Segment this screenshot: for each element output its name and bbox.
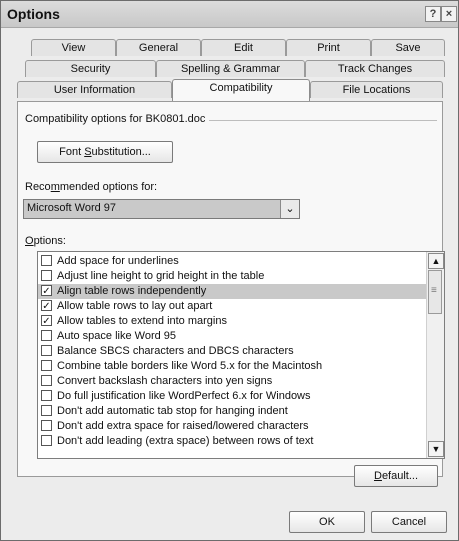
title-bar: Options ? ×: [1, 1, 458, 28]
options-listbox[interactable]: Add space for underlines Adjust line hei…: [37, 251, 445, 459]
chevron-down-icon[interactable]: ⌄: [280, 200, 299, 218]
font-sub-label-post: ubstitution...: [91, 146, 151, 158]
checkbox[interactable]: [41, 270, 52, 281]
tab-file-locations[interactable]: File Locations: [310, 81, 443, 98]
option-label: Allow tables to extend into margins: [57, 315, 227, 327]
dialog-title: Options: [7, 6, 60, 22]
tab-compatibility[interactable]: Compatibility: [172, 79, 310, 101]
checkbox[interactable]: [41, 375, 52, 386]
option-label: Balance SBCS characters and DBCS charact…: [57, 345, 294, 357]
checkbox[interactable]: [41, 420, 52, 431]
option-label: Allow table rows to lay out apart: [57, 300, 213, 312]
option-row[interactable]: Don't add automatic tab stop for hanging…: [38, 404, 426, 419]
option-row[interactable]: Don't add extra space for raised/lowered…: [38, 419, 426, 434]
option-row[interactable]: Auto space like Word 95: [38, 329, 426, 344]
tab-general[interactable]: General: [116, 39, 201, 56]
recommended-label-pre: Reco: [25, 181, 51, 193]
option-row[interactable]: ✓ Allow tables to extend into margins: [38, 314, 426, 329]
help-button[interactable]: ?: [425, 6, 441, 22]
options-label-accel: O: [25, 235, 34, 247]
default-button[interactable]: Default...: [354, 465, 438, 487]
font-sub-label-accel: S: [84, 146, 92, 158]
option-label: Combine table borders like Word 5.x for …: [57, 360, 323, 372]
option-label: Don't add leading (extra space) between …: [57, 435, 314, 447]
checkbox-checked[interactable]: ✓: [41, 300, 52, 312]
default-label-post: efault...: [381, 470, 419, 482]
checkbox[interactable]: [41, 360, 52, 371]
checkbox[interactable]: [41, 435, 52, 446]
option-label: Align table rows independently: [57, 285, 207, 297]
recommended-label-post: mended options for:: [59, 181, 158, 193]
cancel-button[interactable]: Cancel: [371, 511, 447, 533]
option-row[interactable]: Combine table borders like Word 5.x for …: [38, 359, 426, 374]
recommended-options-select[interactable]: Microsoft Word 97 ⌄: [23, 199, 300, 219]
tab-edit[interactable]: Edit: [201, 39, 286, 56]
option-label: Don't add automatic tab stop for hanging…: [57, 405, 288, 417]
compat-heading: Compatibility options for BK0801.doc: [25, 113, 210, 125]
tab-spelling-grammar[interactable]: Spelling & Grammar: [156, 60, 305, 77]
option-label: Do full justification like WordPerfect 6…: [57, 390, 311, 402]
options-label-post: ptions:: [33, 235, 66, 247]
option-row[interactable]: Adjust line height to grid height in the…: [38, 269, 426, 284]
tab-print[interactable]: Print: [286, 39, 371, 56]
scroll-down-icon[interactable]: ▼: [428, 441, 444, 457]
option-row[interactable]: ✓ Allow table rows to lay out apart: [38, 299, 426, 314]
options-dialog: Options ? × View General Edit Print Save…: [0, 0, 459, 541]
ok-button[interactable]: OK: [289, 511, 365, 533]
recommended-label-accel: m: [50, 181, 60, 193]
font-sub-label-pre: Font: [59, 146, 85, 158]
option-row[interactable]: Balance SBCS characters and DBCS charact…: [38, 344, 426, 359]
checkbox[interactable]: [41, 390, 52, 401]
options-scrollbar[interactable]: ▲ ≡ ▼: [426, 252, 444, 458]
option-row[interactable]: Don't add leading (extra space) between …: [38, 434, 426, 449]
option-row[interactable]: Convert backslash characters into yen si…: [38, 374, 426, 389]
option-label: Auto space like Word 95: [57, 330, 177, 342]
recommended-label: Recommended options for:: [25, 181, 157, 193]
checkbox[interactable]: [41, 405, 52, 416]
option-label: Don't add extra space for raised/lowered…: [57, 420, 309, 432]
option-row-selected[interactable]: ✓ Align table rows independently: [38, 284, 426, 299]
scroll-thumb[interactable]: ≡: [428, 270, 442, 314]
option-row[interactable]: Do full justification like WordPerfect 6…: [38, 389, 426, 404]
close-button[interactable]: ×: [441, 6, 457, 22]
option-label: Adjust line height to grid height in the…: [57, 270, 265, 282]
checkbox-checked[interactable]: ✓: [41, 285, 52, 297]
font-substitution-button[interactable]: Font Substitution...: [37, 141, 173, 163]
checkbox-checked[interactable]: ✓: [41, 315, 52, 327]
option-label: Convert backslash characters into yen si…: [57, 375, 273, 387]
checkbox[interactable]: [41, 330, 52, 341]
default-label-accel: D: [373, 470, 382, 482]
checkbox[interactable]: [41, 255, 52, 266]
options-label: Options:: [25, 235, 66, 247]
tab-security[interactable]: Security: [25, 60, 156, 77]
scroll-up-icon[interactable]: ▲: [428, 253, 444, 269]
option-label: Add space for underlines: [57, 255, 179, 267]
recommended-options-value: Microsoft Word 97: [27, 202, 117, 214]
grip-icon: ≡: [431, 285, 437, 296]
tab-track-changes[interactable]: Track Changes: [305, 60, 445, 77]
checkbox[interactable]: [41, 345, 52, 356]
option-row[interactable]: Add space for underlines: [38, 254, 426, 269]
tab-view[interactable]: View: [31, 39, 116, 56]
tab-save[interactable]: Save: [371, 39, 445, 56]
tab-user-information[interactable]: User Information: [17, 81, 172, 98]
